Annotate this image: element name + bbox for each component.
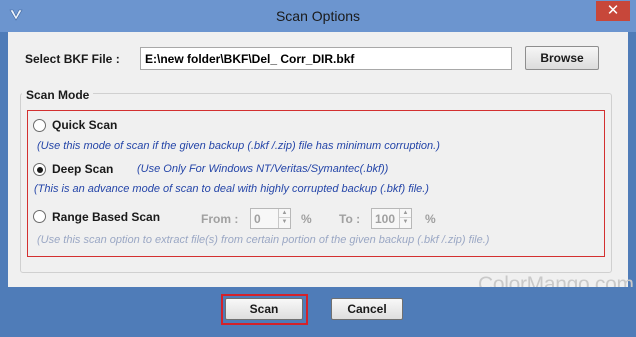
scan-options-window: Scan Options ✕ Select BKF File : Browse … [0,0,636,337]
range-from-label: From : [201,212,239,226]
range-scan-radio[interactable] [33,210,46,223]
range-scan-label[interactable]: Range Based Scan [52,210,160,224]
range-scan-hint: (Use this scan option to extract file(s)… [37,234,490,246]
deep-scan-label[interactable]: Deep Scan [52,162,113,176]
spin-up-arrow-icon[interactable]: ▲ [400,209,411,218]
deep-scan-radio[interactable] [33,163,46,176]
range-to-spin-buttons: ▲ ▼ [399,209,411,228]
dialog-body: Select BKF File : Browse Scan Mode Quick… [8,32,634,296]
close-button[interactable]: ✕ [596,1,630,21]
title-bar: Scan Options ✕ [0,0,636,32]
range-from-value[interactable]: 0 [254,212,261,226]
range-to-label: To : [339,212,361,226]
deep-scan-hint: (This is an advance mode of scan to deal… [34,183,429,195]
spin-down-arrow-icon[interactable]: ▼ [400,218,411,227]
spin-up-arrow-icon[interactable]: ▲ [279,209,290,218]
select-bkf-label: Select BKF File : [25,52,120,66]
range-from-unit: % [301,212,312,226]
window-title: Scan Options [275,8,361,24]
browse-button[interactable]: Browse [525,46,599,70]
range-to-value[interactable]: 100 [375,212,395,226]
scan-mode-legend: Scan Mode [22,88,94,102]
dialog-footer [0,287,636,337]
bkf-path-input[interactable] [140,47,512,70]
spin-down-arrow-icon[interactable]: ▼ [279,218,290,227]
range-from-spinner[interactable]: 0 ▲ ▼ [250,208,291,229]
range-to-unit: % [425,212,436,226]
deep-scan-inline-hint: (Use Only For Windows NT/Veritas/Symante… [137,163,389,175]
quick-scan-radio[interactable] [33,119,46,132]
quick-scan-hint: (Use this mode of scan if the given back… [37,140,440,152]
range-from-spin-buttons: ▲ ▼ [278,209,290,228]
cancel-button[interactable]: Cancel [331,298,403,320]
range-to-spinner[interactable]: 100 ▲ ▼ [371,208,412,229]
quick-scan-label[interactable]: Quick Scan [52,118,117,132]
scan-button[interactable]: Scan [225,298,303,320]
